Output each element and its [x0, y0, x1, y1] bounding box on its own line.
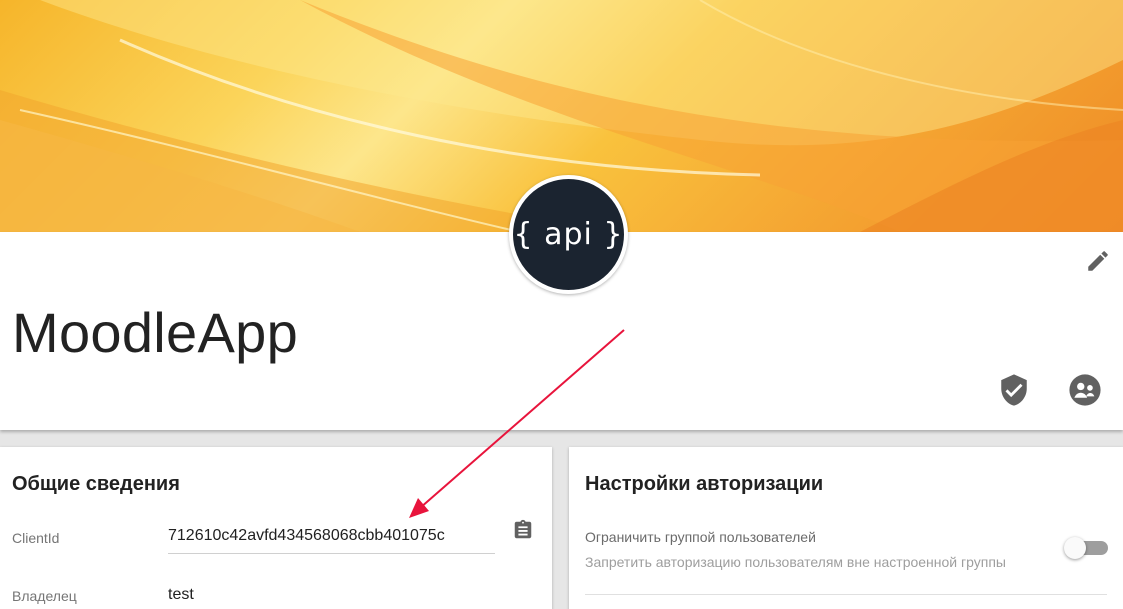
auth-settings-title: Настройки авторизации: [585, 473, 824, 495]
restrict-group-description: Запретить авторизацию пользователям вне …: [585, 554, 1006, 570]
group-icon[interactable]: [1068, 373, 1102, 407]
owner-label: Владелец: [12, 588, 77, 604]
app-logo: { api }: [509, 175, 628, 294]
shield-check-icon[interactable]: [997, 373, 1031, 407]
owner-value: test: [168, 586, 194, 603]
client-id-field[interactable]: 712610c42avfd434568068cbb401075c: [168, 525, 495, 554]
pencil-icon[interactable]: [1085, 248, 1111, 274]
app-logo-text: { api }: [513, 217, 624, 252]
restrict-group-label: Ограничить группой пользователей: [585, 529, 816, 545]
client-id-label: ClientId: [12, 530, 60, 546]
auth-settings-card: Настройки авторизации Ограничить группой…: [569, 447, 1123, 609]
general-info-card: Общие сведения ClientId 712610c42avfd434…: [0, 447, 552, 609]
app-title: MoodleApp: [12, 301, 299, 364]
general-info-title: Общие сведения: [12, 473, 180, 495]
toggle-knob: [1064, 537, 1086, 559]
divider: [585, 594, 1107, 595]
restrict-group-toggle[interactable]: [1062, 536, 1110, 560]
clipboard-icon[interactable]: [512, 518, 534, 542]
